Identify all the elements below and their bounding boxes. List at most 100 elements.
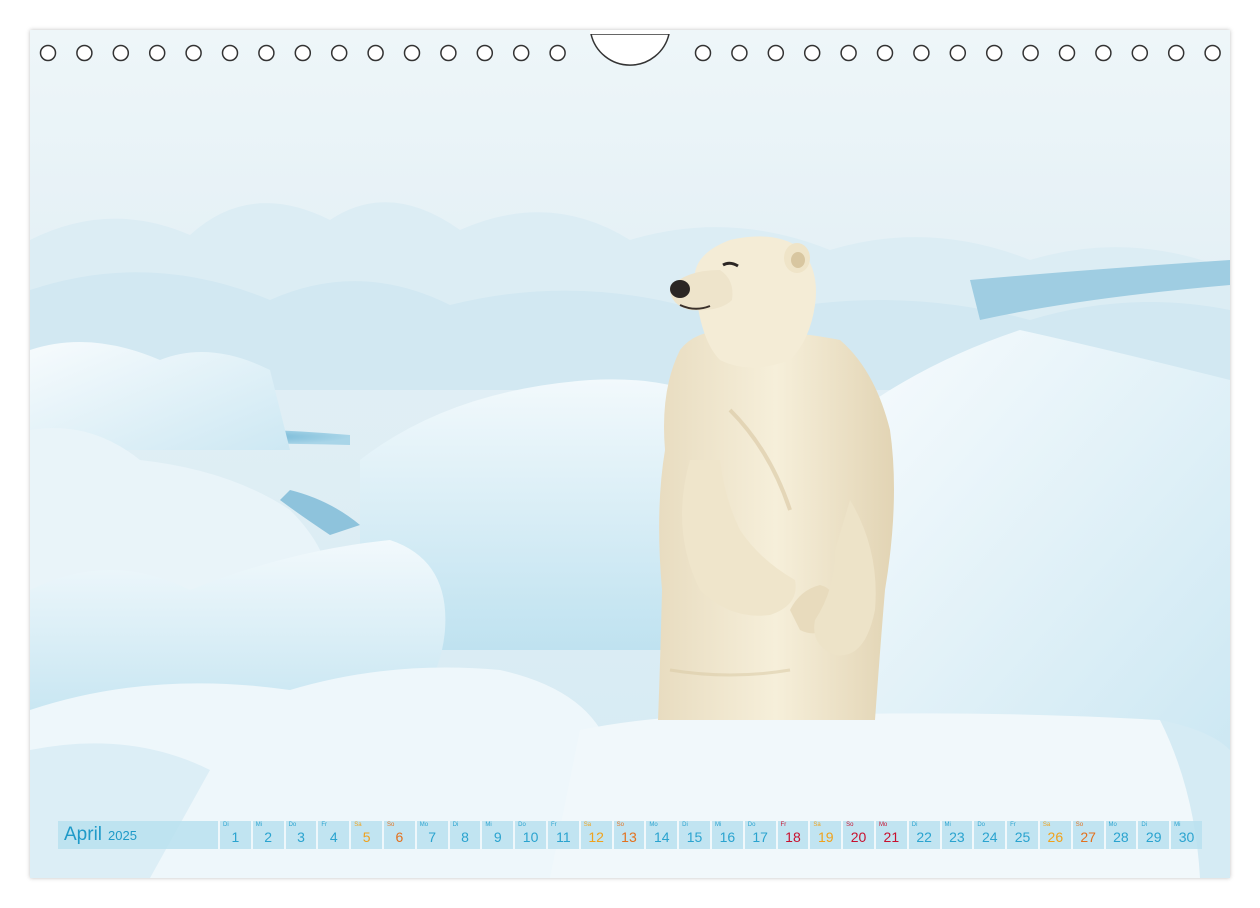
day-cell: Di 1 <box>220 821 251 849</box>
binding-hole <box>440 44 457 62</box>
binding-hole <box>1131 44 1149 62</box>
day-cell: Sa 12 <box>580 821 612 849</box>
day-number: 10 <box>522 829 539 845</box>
day-cell: Mi 9 <box>482 821 514 849</box>
day-number: 19 <box>817 829 834 845</box>
day-weekday: Do <box>747 822 756 828</box>
day-cell: Do 3 <box>285 821 317 849</box>
day-weekday: Do <box>518 822 526 828</box>
day-cell: Mo 14 <box>646 821 678 849</box>
binding-hole <box>694 44 712 62</box>
day-cell: Mo 28 <box>1105 821 1137 849</box>
binding-hole <box>549 44 566 62</box>
day-cell: Di 15 <box>679 821 710 849</box>
binding-hole <box>949 44 967 62</box>
day-weekday: Fr <box>1010 822 1016 828</box>
day-number: 18 <box>785 829 801 845</box>
day-cell: Do 10 <box>515 821 546 849</box>
day-cell: Mi 16 <box>711 821 743 849</box>
calendar-page: April 2025 Di 1 Mi 2 Do 3 Fr 4 Sa 5 So 6 Mo 7 Di 8 Mi 9 Do… <box>30 30 1230 878</box>
day-cell: Di 22 <box>908 821 940 849</box>
day-weekday: Do <box>288 822 297 828</box>
day-weekday: Fr <box>550 822 557 828</box>
day-cell: So 13 <box>613 821 645 849</box>
day-number: 23 <box>949 829 965 845</box>
day-weekday: Mo <box>649 822 658 828</box>
day-weekday: Sa <box>583 822 592 828</box>
polar-bear-photo <box>30 30 1230 878</box>
day-cell: Sa 5 <box>351 821 382 849</box>
binding-hole <box>185 44 202 62</box>
binding-hole <box>330 44 348 62</box>
day-number: 27 <box>1080 829 1096 845</box>
day-weekday: So <box>1075 822 1084 828</box>
binding-hole <box>1167 44 1185 62</box>
binding-hole <box>39 44 57 62</box>
day-cell: Sa 26 <box>1039 821 1071 849</box>
day-cell: So 27 <box>1072 821 1104 849</box>
binding-hole <box>767 44 785 62</box>
day-number: 17 <box>752 829 768 845</box>
day-number: 3 <box>297 829 305 845</box>
binding-holes-left <box>39 44 566 62</box>
day-number: 26 <box>1047 829 1064 845</box>
day-cell: Do 17 <box>744 821 776 849</box>
day-weekday: Mi <box>714 822 722 828</box>
day-number: 29 <box>1145 829 1162 845</box>
day-number: 2 <box>264 829 273 845</box>
day-number: 21 <box>883 829 900 845</box>
binding-hole <box>148 44 166 62</box>
month-year: 2025 <box>108 828 137 843</box>
binding-hole <box>985 44 1003 62</box>
day-cell: Fr 11 <box>547 821 579 849</box>
day-cell: Mi 23 <box>941 821 973 849</box>
day-cell: Fr 4 <box>318 821 350 849</box>
hanger-notch <box>590 33 670 66</box>
month-label: April 2025 <box>58 821 218 849</box>
day-weekday: Mo <box>1108 822 1117 828</box>
binding-hole <box>76 44 93 62</box>
binding-hole <box>1058 44 1076 62</box>
day-number: 6 <box>395 829 404 845</box>
day-weekday: Mi <box>255 822 263 828</box>
day-number: 22 <box>916 829 932 845</box>
day-weekday: Di <box>223 822 229 828</box>
calendar-strip: April 2025 Di 1 Mi 2 Do 3 Fr 4 Sa 5 So 6 Mo 7 Di 8 Mi 9 Do… <box>58 821 1202 849</box>
binding-hole <box>403 44 421 62</box>
day-number: 11 <box>556 829 571 845</box>
day-cell: So 6 <box>383 821 415 849</box>
binding-hole <box>258 44 275 62</box>
day-number: 4 <box>329 829 338 845</box>
day-cell: Mo 7 <box>416 821 448 849</box>
day-cell: Fr 25 <box>1007 821 1038 849</box>
day-number: 24 <box>981 829 998 845</box>
binding-hole <box>221 44 239 62</box>
binding-hole <box>876 44 894 62</box>
day-number: 9 <box>493 829 502 845</box>
day-list: Di 1 Mi 2 Do 3 Fr 4 Sa 5 So 6 Mo 7 Di 8 Mi 9 Do 10 Fr 11 Sa 12 S… <box>220 821 1202 849</box>
binding-hole <box>913 44 930 62</box>
day-weekday: Di <box>452 822 459 828</box>
day-weekday: Mi <box>1174 822 1181 828</box>
day-cell: Sa 19 <box>810 821 842 849</box>
day-number: 5 <box>362 829 371 845</box>
day-number: 16 <box>719 829 736 845</box>
day-weekday: Fr <box>321 822 328 828</box>
day-weekday: Do <box>977 822 985 828</box>
day-weekday: Mo <box>419 822 429 828</box>
binding-hole <box>112 44 130 62</box>
day-number: 14 <box>653 829 670 845</box>
day-weekday: So <box>616 822 624 828</box>
day-number: 15 <box>686 829 703 845</box>
binding-hole <box>512 44 530 62</box>
day-weekday: So <box>846 822 854 828</box>
day-weekday: Sa <box>813 822 821 828</box>
spiral-binding <box>39 30 1221 66</box>
day-cell: Do 24 <box>974 821 1006 849</box>
day-number: 28 <box>1113 829 1129 845</box>
day-number: 7 <box>428 829 437 845</box>
day-weekday: Fr <box>780 822 787 828</box>
day-weekday: Di <box>1141 822 1147 828</box>
binding-hole <box>476 44 494 62</box>
day-weekday: Mo <box>878 822 888 828</box>
